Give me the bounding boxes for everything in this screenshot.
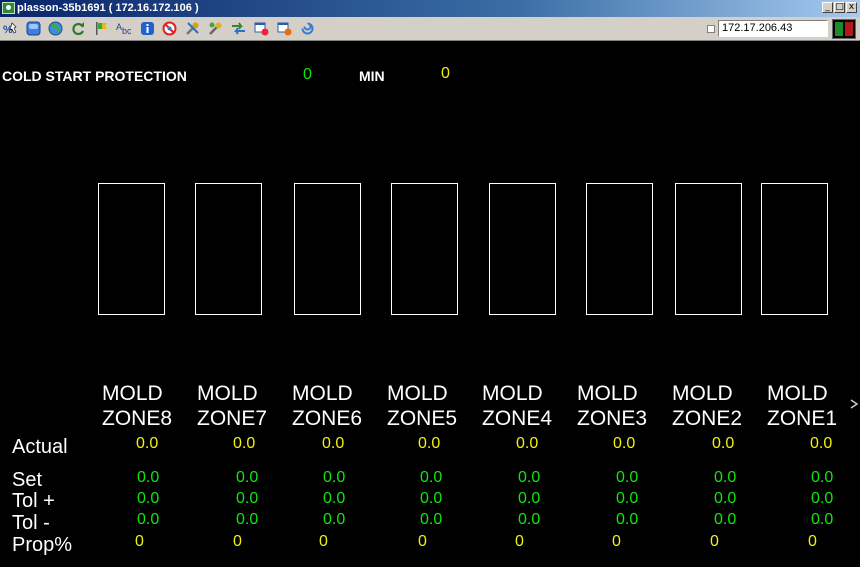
zone7-tol-plus[interactable]: 0.0 [236,490,258,508]
refresh-icon[interactable] [71,21,86,36]
zone1-prop[interactable]: 0 [808,533,817,551]
zone5-actual: 0.0 [418,435,441,452]
zone6-name: MOLD ZONE6 [292,382,363,430]
zone8-prop[interactable]: 0 [135,533,144,551]
zone5-name: MOLD ZONE5 [387,382,458,430]
zone3-tol-plus[interactable]: 0.0 [616,490,638,508]
zone8-actual: 0.0 [136,435,159,452]
window-title: plasson-35b1691 ( 172.16.172.106 ) [17,2,199,14]
status-green-light [835,22,843,36]
zone1-set[interactable]: 0.0 [811,469,833,487]
zone1-bar [761,183,828,315]
row-label-tol-minus: Tol - [12,512,50,534]
ip-checkbox[interactable] [707,25,715,33]
cursor-key-icon[interactable]: % [3,21,18,36]
zone7-prop[interactable]: 0 [233,533,242,551]
zone6-tol-plus[interactable]: 0.0 [323,490,345,508]
zone2-name: MOLD ZONE2 [672,382,743,430]
zone6-actual: 0.0 [322,435,345,452]
zone4-set[interactable]: 0.0 [518,469,540,487]
zone3-prop[interactable]: 0 [612,533,621,551]
blue-box-icon[interactable] [26,21,41,36]
zone6-bar [294,183,361,315]
zone5-tol-plus[interactable]: 0.0 [420,490,442,508]
zone3-tol-minus[interactable]: 0.0 [616,511,638,529]
tools-icon[interactable] [185,21,200,36]
zone4-tol-minus[interactable]: 0.0 [518,511,540,529]
zone6-set[interactable]: 0.0 [323,469,345,487]
connection-status-indicator [832,19,856,39]
zone7-bar [195,183,262,315]
zone2-tol-minus[interactable]: 0.0 [714,511,736,529]
remote-desktop-app-icon [2,2,15,14]
zone7-set[interactable]: 0.0 [236,469,258,487]
zone7-actual: 0.0 [233,435,256,452]
zone5-prop[interactable]: 0 [418,533,427,551]
globe-icon[interactable] [48,21,63,36]
zone5-bar [391,183,458,315]
window-pin-icon[interactable] [254,21,269,36]
cold-start-protection-value[interactable]: 0 [303,66,312,84]
row-label-set: Set [12,469,43,491]
zone4-name: MOLD ZONE4 [482,382,553,430]
row-label-prop: Prop% [12,534,73,556]
zone1-tol-plus[interactable]: 0.0 [811,490,833,508]
zone3-bar [586,183,653,315]
toolbar: % Abc 172.17.206.43 [0,17,860,41]
zone5-tol-minus[interactable]: 0.0 [420,511,442,529]
zone4-actual: 0.0 [516,435,539,452]
zone5-set[interactable]: 0.0 [420,469,442,487]
zone8-name: MOLD ZONE8 [102,382,173,430]
zone2-actual: 0.0 [712,435,735,452]
scroll-marker-icon[interactable] [850,397,859,409]
arrows-icon[interactable] [231,21,246,36]
zone7-tol-minus[interactable]: 0.0 [236,511,258,529]
row-label-actual: Actual [12,436,68,458]
zone4-prop[interactable]: 0 [515,533,524,551]
zone2-tol-plus[interactable]: 0.0 [714,490,736,508]
zone3-name: MOLD ZONE3 [577,382,648,430]
close-button[interactable]: x [846,2,857,13]
zone3-actual: 0.0 [613,435,636,452]
zone2-prop[interactable]: 0 [710,533,719,551]
minimize-button[interactable]: _ [822,2,833,13]
cold-start-protection-label: COLD START PROTECTION [2,68,187,84]
zone2-set[interactable]: 0.0 [714,469,736,487]
spell-check-icon[interactable]: Abc [116,21,132,36]
min-value[interactable]: 0 [441,65,450,83]
swirl-icon[interactable] [300,21,315,36]
zone2-bar [675,183,742,315]
ip-address-field[interactable]: 172.17.206.43 [718,20,828,37]
info-icon[interactable] [140,21,155,36]
min-label: MIN [359,68,385,84]
zone6-prop[interactable]: 0 [319,533,328,551]
zone8-tol-minus[interactable]: 0.0 [137,511,159,529]
svg-text:bc: bc [122,26,131,36]
window-pin2-icon[interactable] [277,21,292,36]
status-red-light [845,22,853,36]
zone4-bar [489,183,556,315]
zone8-bar [98,183,165,315]
forbidden-icon[interactable] [162,21,177,36]
zone8-set[interactable]: 0.0 [137,469,159,487]
zone1-tol-minus[interactable]: 0.0 [811,511,833,529]
flag-icon[interactable] [94,21,109,36]
zone1-name: MOLD ZONE1 [767,382,838,430]
zone3-set[interactable]: 0.0 [616,469,638,487]
zone6-tol-minus[interactable]: 0.0 [323,511,345,529]
zone7-name: MOLD ZONE7 [197,382,268,430]
maximize-button[interactable]: □ [834,2,845,13]
tools2-icon[interactable] [208,21,223,36]
zone4-tol-plus[interactable]: 0.0 [518,490,540,508]
zone8-tol-plus[interactable]: 0.0 [137,490,159,508]
zone1-actual: 0.0 [810,435,833,452]
row-label-tol-plus: Tol + [12,490,55,512]
title-bar: plasson-35b1691 ( 172.16.172.106 ) _ □ x [0,0,860,17]
